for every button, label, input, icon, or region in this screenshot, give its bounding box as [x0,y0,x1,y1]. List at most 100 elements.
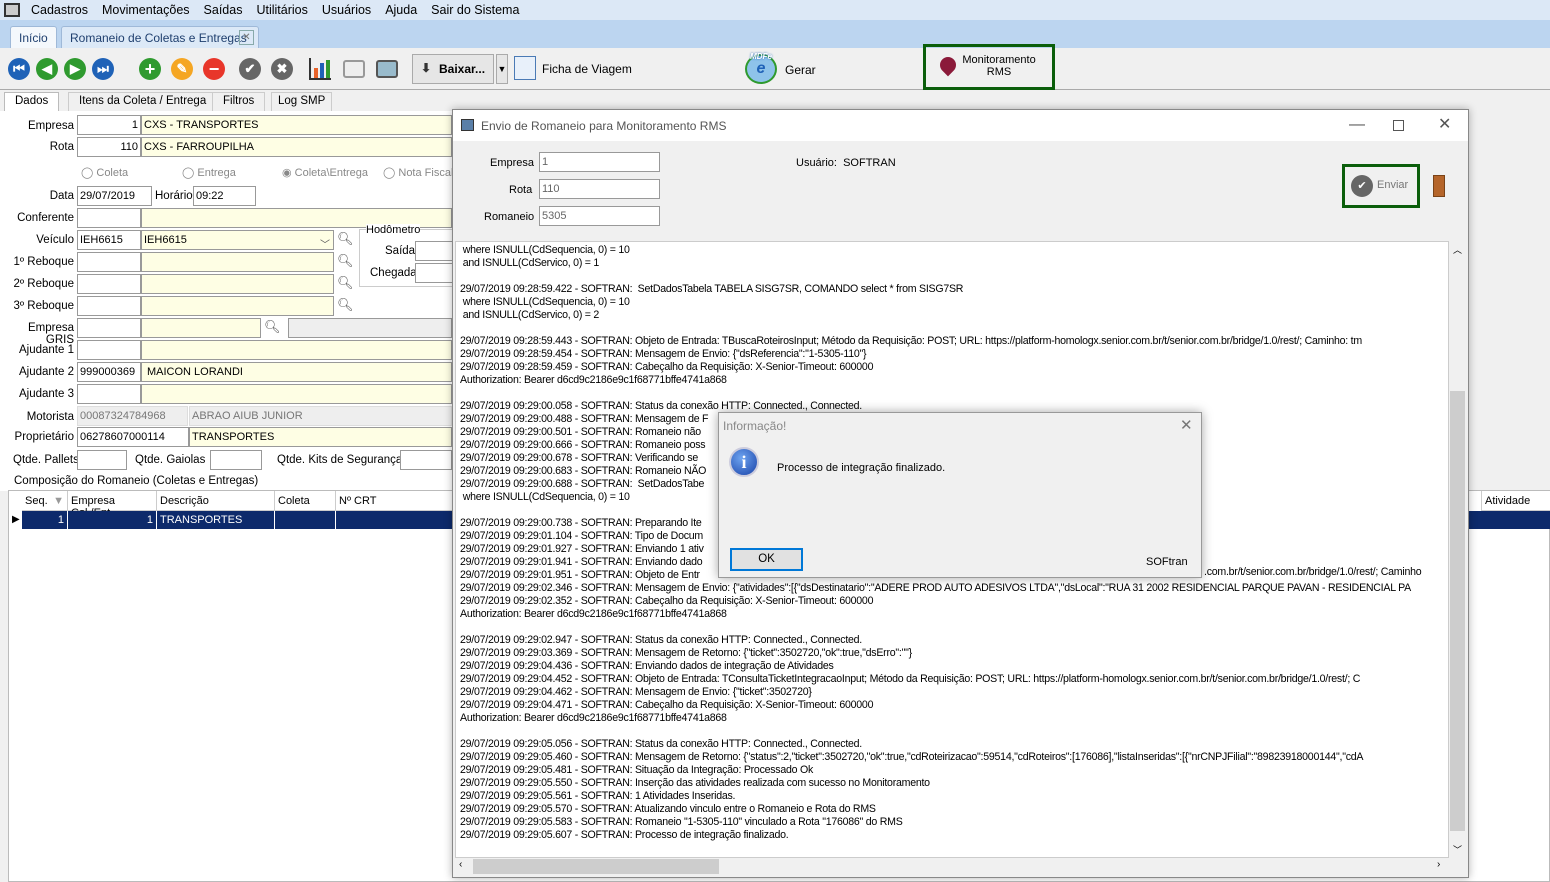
vertical-scrollbar[interactable]: ︿ ﹀ [1449,241,1466,858]
menu-utilitarios[interactable]: Utilitários [256,3,307,17]
baixar-dropdown[interactable]: ▼ [496,54,508,84]
horario-input[interactable]: 09:22 [193,186,256,206]
exit-door-icon[interactable] [1433,175,1445,197]
chevron-down-icon[interactable]: ﹀ [320,236,330,251]
pallets-input[interactable] [77,450,127,470]
ajudante3-code-input[interactable] [77,384,141,404]
ajudante3-select[interactable] [141,384,452,404]
kits-input[interactable] [400,450,452,470]
col-descricao[interactable]: Descrição [157,491,275,511]
monitoramento-label: Monitoramento [962,54,1036,66]
reboque2-code-input[interactable] [77,274,141,294]
reboque1-select[interactable] [141,252,334,272]
ficha-viagem-button[interactable]: Ficha de Viagem [542,62,632,76]
empresa-code-input[interactable]: 1 [77,115,141,135]
rms-rota-input[interactable]: 110 [539,179,660,199]
scroll-left-icon[interactable]: ‹ [459,859,462,870]
proprietario-code-input[interactable]: 06278607000114 [77,427,189,447]
confirm-check-icon[interactable]: ✔ [239,58,261,80]
add-icon[interactable]: + [139,58,161,80]
ok-button[interactable]: OK [730,548,803,571]
conferente-code-input[interactable] [77,208,141,228]
search-icon[interactable]: 🔍︎ [337,231,354,247]
printer-icon[interactable] [343,60,365,78]
menu-sair[interactable]: Sair do Sistema [431,3,519,17]
subtab-filtros[interactable]: Filtros [212,92,266,111]
tab-romaneio[interactable]: Romaneio de Coletas e Entregas ✕ [61,26,259,48]
col-empresa[interactable]: Empresa Col./Ent. [68,491,157,519]
empresa-select[interactable]: CXS - TRANSPORTES [141,115,452,135]
cancel-x-icon[interactable]: ✖ [271,58,293,80]
subtab-itens[interactable]: Itens da Coleta / Entrega [68,92,218,111]
monitoramento-rms-button[interactable]: Monitoramento RMS [923,44,1055,90]
reboque1-code-input[interactable] [77,252,141,272]
tab-strip: Início Romaneio de Coletas e Entregas ✕ [0,20,1550,48]
radio-coleta[interactable]: ◯ Coleta [81,166,128,179]
rms-empresa-input[interactable]: 1 [539,152,660,172]
printer-setup-icon[interactable] [376,60,398,78]
proprietario-select[interactable]: TRANSPORTES [189,427,452,447]
scroll-down-icon[interactable]: ﹀ [1453,843,1462,856]
close-icon[interactable]: ✕ [1438,114,1451,134]
menu-ajuda[interactable]: Ajuda [385,3,417,17]
horizontal-scrollbar[interactable]: ‹ › [455,858,1449,875]
conferente-label: Conferente [17,212,74,224]
veiculo-code-input[interactable]: IEH6615 [77,230,141,250]
rota-select[interactable]: CXS - FARROUPILHA [141,137,452,157]
previous-record-icon[interactable]: ◀ [36,58,58,80]
search-icon[interactable]: 🔍︎ [264,319,281,335]
ajudante1-code-input[interactable] [77,340,141,360]
maximize-icon[interactable] [1393,120,1404,131]
close-icon[interactable]: ✕ [1180,416,1193,434]
ajudante1-select[interactable] [141,340,452,360]
col-seq[interactable]: Seq. ▼ [22,491,68,511]
data-input[interactable]: 29/07/2019 [77,186,152,206]
subtab-log-smp[interactable]: Log SMP [271,92,333,111]
tab-inicio[interactable]: Início [10,26,57,48]
gaiolas-input[interactable] [210,450,262,470]
scroll-right-icon[interactable]: › [1437,859,1440,870]
scroll-up-icon[interactable]: ︿ [1453,243,1462,256]
subtab-dados[interactable]: Dados [4,92,60,111]
delete-icon[interactable]: − [203,58,225,80]
reboque2-select[interactable] [141,274,334,294]
minimize-icon[interactable]: — [1349,116,1365,134]
mdfe-icon[interactable]: e MDFe [745,52,777,84]
reboque3-select[interactable] [141,296,334,316]
veiculo-select[interactable]: IEH6615 [141,230,334,250]
ajudante2-select[interactable]: MAICON LORANDI [141,362,452,382]
rms-romaneio-input[interactable]: 5305 [539,206,660,226]
close-tab-icon[interactable]: ✕ [239,30,254,45]
search-icon[interactable]: 🔍︎ [337,275,354,291]
search-icon[interactable]: 🔍︎ [337,253,354,269]
menu-saidas[interactable]: Saídas [204,3,243,17]
menu-movimentacoes[interactable]: Movimentações [102,3,190,17]
ficha-viagem-icon[interactable] [514,56,536,80]
next-record-icon[interactable]: ▶ [64,58,86,80]
scroll-thumb[interactable] [1450,391,1465,831]
search-icon[interactable]: 🔍︎ [337,297,354,313]
last-record-icon[interactable]: ⏭ [92,58,114,80]
radio-nota-fiscal[interactable]: ◯ Nota Fiscal [383,166,453,179]
rota-code-input[interactable]: 110 [77,137,141,157]
radio-coleta-entrega[interactable]: ◉ Coleta\Entrega [282,166,368,179]
empresa-gris-code-input[interactable] [77,318,141,338]
empresa-gris-label: Empresa GRIS [27,322,74,346]
ajudante2-code-input[interactable]: 999000369 [77,362,141,382]
baixar-button[interactable]: ⬇ Baixar... [412,54,494,84]
enviar-button[interactable]: ✔ Enviar [1342,164,1420,208]
first-record-icon[interactable]: ⏮ [8,58,30,80]
empresa-gris-select[interactable] [141,318,261,338]
filter-icon[interactable]: ▼ [53,495,64,507]
col-coleta[interactable]: Coleta [275,491,336,511]
col-atividade[interactable]: Atividade [1481,491,1550,511]
gerar-button[interactable]: Gerar [785,63,816,77]
radio-entrega[interactable]: ◯ Entrega [182,166,236,179]
report-chart-icon[interactable] [309,58,331,80]
reboque3-code-input[interactable] [77,296,141,316]
col-crt[interactable]: Nº CRT [336,491,466,511]
edit-pencil-icon[interactable]: ✎ [171,58,193,80]
hscroll-thumb[interactable] [473,859,719,874]
menu-usuarios[interactable]: Usuários [322,3,371,17]
menu-cadastros[interactable]: Cadastros [31,3,88,17]
